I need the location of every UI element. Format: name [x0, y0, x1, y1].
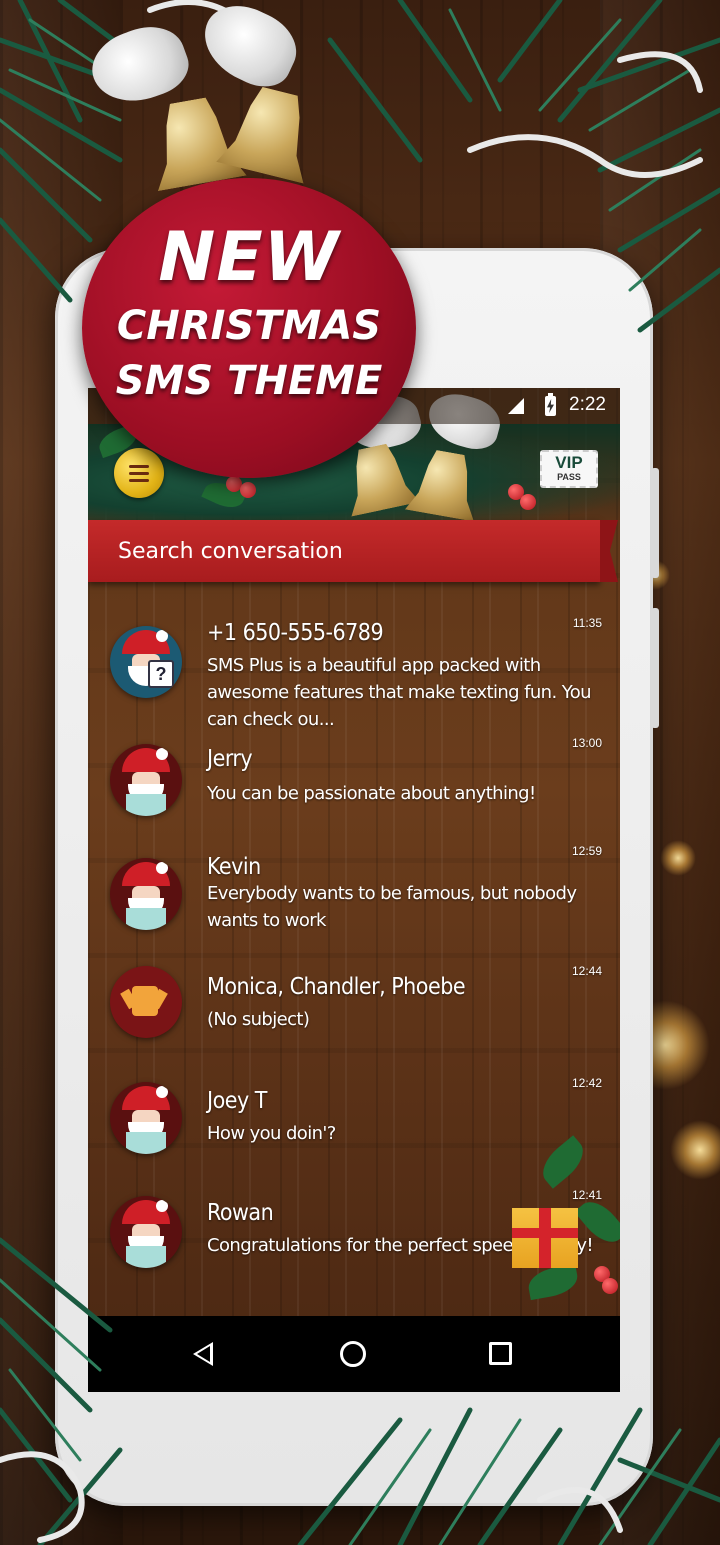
conversation-preview: SMS Plus is a beautiful app packed with …: [207, 655, 592, 730]
santa-unknown-contact-avatar[interactable]: ?: [110, 626, 182, 698]
holly-berry: [520, 494, 536, 510]
status-time: 2:22: [569, 394, 606, 415]
conversation-time: 11:35: [572, 616, 602, 630]
conversation-preview: (No subject): [207, 1009, 310, 1030]
conversation-item[interactable]: Joey T 12:42 How you doin'?: [88, 1076, 620, 1192]
search-placeholder: Search conversation: [118, 539, 343, 564]
search-input[interactable]: Search conversation: [88, 520, 600, 582]
promo-line-new: NEW: [158, 218, 340, 297]
signal-icon: [508, 398, 524, 414]
vip-label: VIP: [555, 453, 583, 472]
conversation-time: 12:42: [571, 1076, 602, 1090]
conversation-name: Kevin: [207, 854, 261, 880]
santa-avatar[interactable]: [110, 1082, 182, 1154]
promo-line-sms-theme: SMS THEME: [115, 358, 383, 404]
pine-branches-bottom: [0, 1237, 720, 1545]
conversation-name: Jerry: [207, 746, 253, 772]
promo-line-christmas: CHRISTMAS: [116, 303, 382, 349]
conversation-name: +1 650-555-6789: [207, 620, 384, 646]
holly-berry: [240, 482, 256, 498]
conversation-preview: You can be passionate about anything!: [207, 783, 536, 804]
question-mark-icon: ?: [148, 660, 174, 688]
vip-pass-button[interactable]: VIP PASS: [540, 450, 598, 488]
santa-avatar[interactable]: [110, 858, 182, 930]
conversation-preview: How you doin'?: [207, 1123, 336, 1144]
hamburger-menu-icon[interactable]: [114, 448, 164, 498]
group-fist-avatar[interactable]: [110, 966, 182, 1038]
conversation-item[interactable]: Kevin 12:59 Everybody wants to be famous…: [88, 840, 620, 956]
bokeh-light: [660, 840, 696, 876]
battery-charging-icon: [545, 393, 556, 416]
santa-avatar[interactable]: [110, 744, 182, 816]
conversation-preview: Everybody wants to be famous, but nobody…: [207, 883, 577, 931]
conversation-time: 13:00: [571, 736, 602, 750]
conversation-time: 12:44: [571, 964, 602, 978]
promo-badge: NEW CHRISTMAS SMS THEME: [82, 178, 416, 478]
phone-side-button: [651, 468, 659, 578]
conversation-time: 12:59: [571, 844, 602, 858]
conversation-item[interactable]: Jerry 13:00 You can be passionate about …: [88, 730, 620, 846]
pass-label: PASS: [557, 472, 581, 482]
conversation-name: Monica, Chandler, Phoebe: [207, 974, 466, 1000]
conversation-item[interactable]: ? +1 650-555-6789 11:35 SMS Plus is a be…: [88, 610, 620, 730]
conversation-name: Joey T: [207, 1088, 267, 1114]
conversation-item[interactable]: Monica, Chandler, Phoebe 12:44 (No subje…: [88, 960, 620, 1076]
phone-side-button: [651, 608, 659, 728]
